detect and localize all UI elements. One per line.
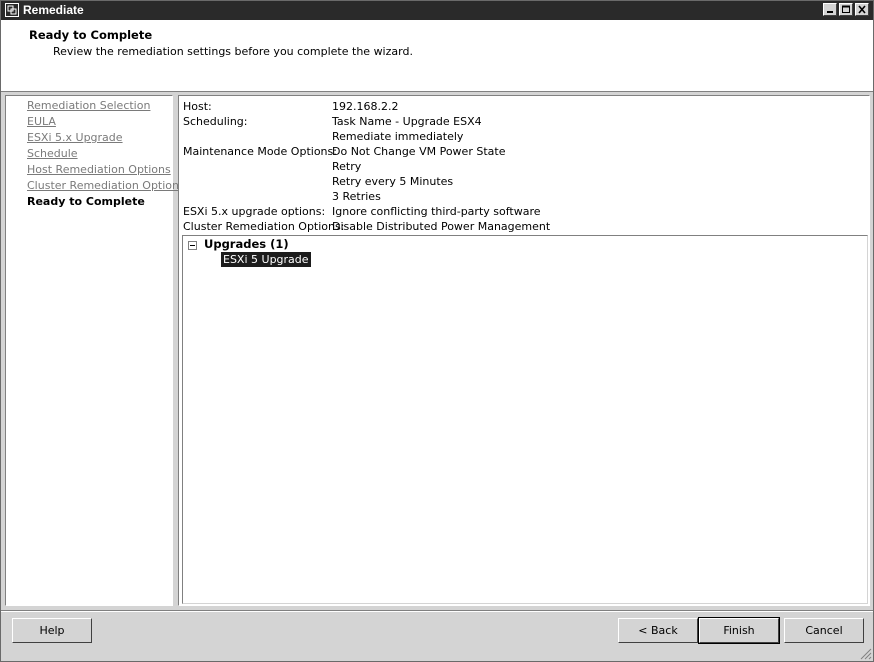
esxi-upgrade-options-value: Ignore conflicting third-party software	[332, 205, 541, 218]
cluster-remediation-label: Cluster Remediation Options:	[183, 220, 345, 233]
cancel-button[interactable]: Cancel	[784, 618, 864, 643]
maintenance-power-state: Do Not Change VM Power State	[332, 145, 506, 158]
minimize-button[interactable]	[823, 3, 837, 16]
close-icon	[858, 5, 866, 14]
scheduling-label: Scheduling:	[183, 115, 248, 128]
nav-item-host-remediation-options[interactable]: Host Remediation Options	[27, 163, 171, 176]
summary-panel: Host: 192.168.2.2 Scheduling: Task Name …	[178, 95, 870, 606]
footer-divider	[1, 610, 873, 612]
nav-item-remediation-selection[interactable]: Remediation Selection	[27, 99, 150, 112]
wizard-steps-nav: Remediation Selection EULA ESXi 5.x Upgr…	[5, 95, 185, 606]
finish-button[interactable]: Finish	[698, 617, 780, 644]
upgrade-item[interactable]: ESXi 5 Upgrade	[221, 252, 311, 267]
title-bar[interactable]: Remediate	[1, 1, 873, 20]
maximize-button[interactable]	[839, 3, 853, 16]
upgrades-group-label[interactable]: Upgrades (1)	[204, 237, 289, 251]
back-button[interactable]: < Back	[618, 618, 698, 643]
maintenance-retry-count: 3 Retries	[332, 190, 381, 203]
maximize-icon	[842, 5, 850, 13]
wizard-header: Ready to Complete Review the remediation…	[1, 20, 873, 92]
nav-item-esxi-upgrade[interactable]: ESXi 5.x Upgrade	[27, 131, 123, 144]
window-title: Remediate	[23, 3, 84, 17]
host-label: Host:	[183, 100, 212, 113]
remediate-dialog: Remediate Ready to Complete Review the r…	[0, 0, 874, 662]
nav-item-schedule[interactable]: Schedule	[27, 147, 78, 160]
page-title: Ready to Complete	[29, 28, 153, 42]
scheduling-task-name: Task Name - Upgrade ESX4	[332, 115, 482, 128]
vsphere-app-icon	[5, 3, 19, 17]
collapse-icon[interactable]	[188, 241, 197, 250]
esxi-upgrade-options-label: ESXi 5.x upgrade options:	[183, 205, 326, 218]
nav-item-cluster-remediation-options[interactable]: Cluster Remediation Options	[27, 179, 185, 192]
cluster-remediation-value: Disable Distributed Power Management	[332, 220, 551, 233]
close-button[interactable]	[855, 3, 869, 16]
resize-grip-icon[interactable]	[860, 648, 872, 660]
nav-item-eula[interactable]: EULA	[27, 115, 56, 128]
host-value: 192.168.2.2	[332, 100, 399, 113]
page-subtitle: Review the remediation settings before y…	[53, 45, 413, 58]
upgrades-tree: Upgrades (1) ESXi 5 Upgrade	[182, 235, 868, 604]
scheduling-timing: Remediate immediately	[332, 130, 464, 143]
maintenance-retry: Retry	[332, 160, 362, 173]
maintenance-retry-interval: Retry every 5 Minutes	[332, 175, 454, 188]
minimize-icon	[827, 11, 833, 13]
maintenance-mode-label: Maintenance Mode Options:	[183, 145, 337, 158]
help-button[interactable]: Help	[12, 618, 92, 643]
nav-item-ready-to-complete: Ready to Complete	[27, 195, 145, 208]
